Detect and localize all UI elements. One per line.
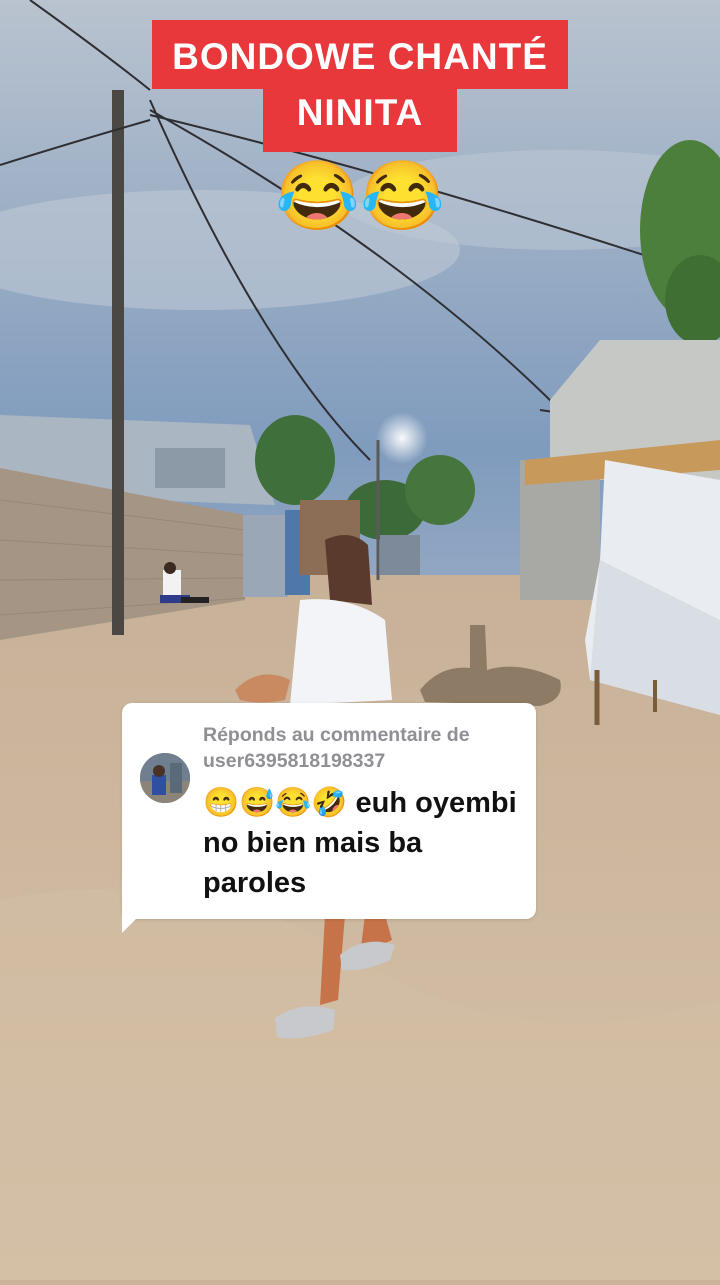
reply-comment-sticker[interactable]: Réponds au commentaire de user6395818198… [122,703,536,919]
reply-comment-text: 😁😅😂🤣 euh oyembi no bien mais ba paroles [203,787,517,899]
caption-line-2: NINITA [262,87,458,152]
commenter-avatar[interactable] [140,753,190,803]
caption-line-1: BONDOWE CHANTÉ [152,20,568,89]
video-caption: BONDOWE CHANTÉ NINITA [0,20,720,152]
reply-sticker-tail [122,911,144,933]
reply-header: Réponds au commentaire de user6395818198… [203,724,470,772]
caption-emojis: 😂😂 [275,158,445,234]
